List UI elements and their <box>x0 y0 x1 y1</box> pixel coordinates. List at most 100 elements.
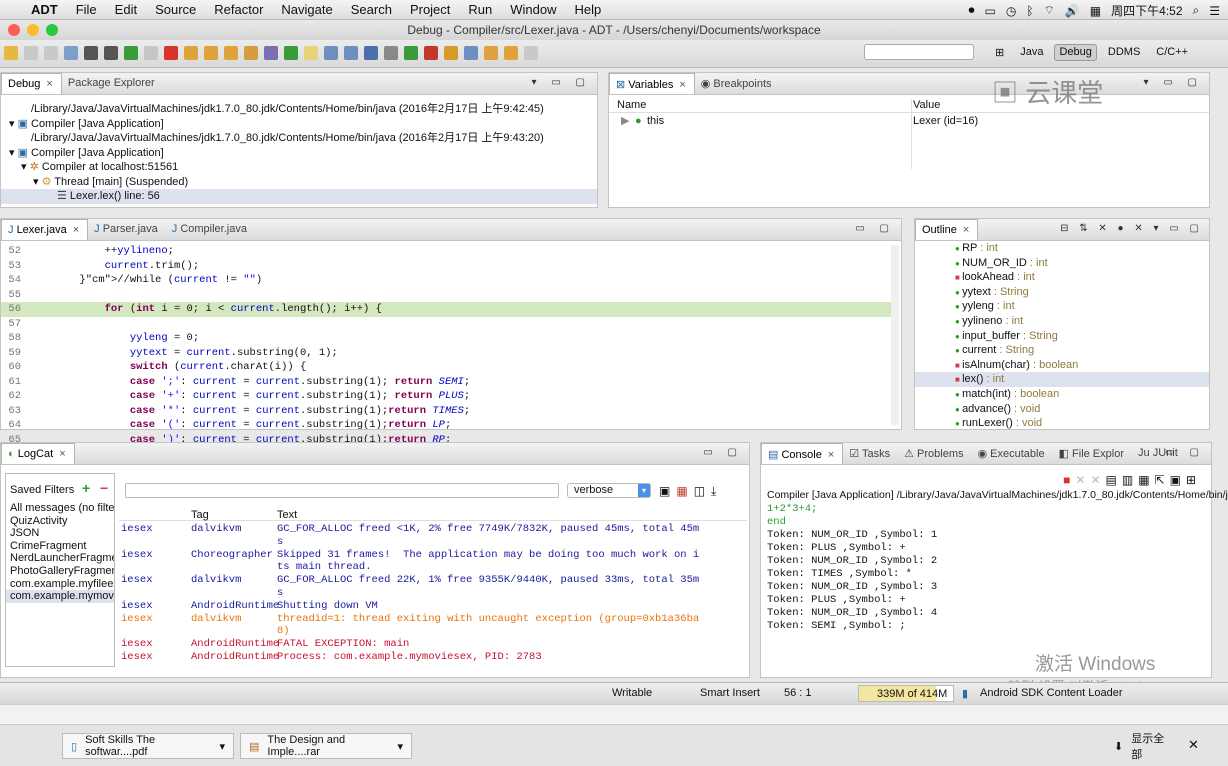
flag-icon[interactable]: ▦ <box>1090 4 1101 18</box>
terminate-icon[interactable]: ■ <box>1063 473 1075 487</box>
perspective-java[interactable]: Java <box>1015 44 1048 61</box>
save-all-icon[interactable] <box>44 46 58 60</box>
run-icon[interactable] <box>404 46 418 60</box>
log-row[interactable]: iesex dalvikvm GC_FOR_ALLOC freed 22K, 1% … <box>119 574 747 600</box>
console-toolbar[interactable]: ■✕✕▤▥▦⇱▣⊞ <box>1063 473 1201 487</box>
filter-item[interactable]: NerdLauncherFragment <box>6 552 114 565</box>
log-level-select[interactable]: verbose ▾ <box>567 483 651 498</box>
perspective-cpp[interactable]: C/C++ <box>1151 44 1193 61</box>
open-console-icon[interactable]: ⊞ <box>1186 473 1201 487</box>
prev-annotation-icon[interactable] <box>484 46 498 60</box>
clear-console-icon[interactable]: ▤ <box>1106 473 1122 487</box>
step-over-icon[interactable] <box>204 46 218 60</box>
show-all-downloads-button[interactable]: ⬇ 显示全部 <box>1106 733 1178 761</box>
outline-item[interactable]: ● RP : int <box>915 241 1209 256</box>
menu-project[interactable]: Project <box>401 2 459 17</box>
menu-list-icon[interactable]: ☰ <box>1209 4 1220 18</box>
forward-icon[interactable] <box>524 46 538 60</box>
log-row[interactable]: iesex AndroidRuntime Process: com.example.… <box>119 651 747 664</box>
remove-all-icon[interactable]: ✕ <box>1090 473 1105 487</box>
android-sdk-icon[interactable] <box>284 46 298 60</box>
chevron-down-icon[interactable]: ▾ <box>397 740 403 753</box>
back-icon[interactable] <box>504 46 518 60</box>
close-icon[interactable]: × <box>679 79 685 91</box>
clock[interactable]: 周四下午4:52 <box>1111 2 1182 19</box>
export-icon[interactable] <box>104 46 118 60</box>
avd-manager-icon[interactable] <box>324 46 338 60</box>
tree-row[interactable]: ▾ ▣ Compiler [Java Application] <box>1 117 597 132</box>
wifi-icon[interactable]: ⌔ <box>1044 3 1055 18</box>
settings-icon[interactable] <box>384 46 398 60</box>
view-controls[interactable]: ▭ ▢ <box>703 447 743 458</box>
code-line[interactable]: 61 case ';': current = current.substring… <box>1 375 891 390</box>
import-icon[interactable] <box>84 46 98 60</box>
close-icon[interactable]: × <box>59 448 65 460</box>
open-perspective-icon[interactable]: ⊞ <box>990 44 1009 61</box>
app-name-menu[interactable]: ADT <box>22 2 67 17</box>
open-type-icon[interactable] <box>444 46 458 60</box>
menu-window[interactable]: Window <box>501 2 565 17</box>
outline-item[interactable]: ● runLexer() : void <box>915 416 1209 431</box>
code-line[interactable]: 57 <box>1 317 891 332</box>
save-icon[interactable] <box>24 46 38 60</box>
menu-search[interactable]: Search <box>342 2 401 17</box>
perspective-ddms[interactable]: DDMS <box>1103 44 1145 61</box>
filter-item[interactable]: CrimeFragment <box>6 540 114 553</box>
clear-log-icon[interactable]: ▦ <box>676 484 693 498</box>
tab-outline[interactable]: Outline × <box>915 219 979 240</box>
menu-navigate[interactable]: Navigate <box>272 2 341 17</box>
download-item-pdf[interactable]: ▯ Soft Skills The softwar....pdf ▾ <box>62 733 234 759</box>
suspend-icon[interactable] <box>144 46 158 60</box>
run-config-icon[interactable] <box>424 46 438 60</box>
tree-row[interactable]: ▾ ✲ Compiler at localhost:51561 <box>1 160 597 175</box>
code-line[interactable]: 53 current.trim(); <box>1 259 891 274</box>
outline-item[interactable]: ● match(int) : boolean <box>915 387 1209 402</box>
display-console-icon[interactable]: ▣ <box>1170 473 1186 487</box>
collapse-icon[interactable]: ▾ <box>21 161 30 173</box>
toggle-highlight-icon[interactable] <box>304 46 318 60</box>
col-value[interactable]: Value <box>913 99 940 111</box>
col-name[interactable]: Name <box>617 99 646 111</box>
chevron-down-icon[interactable]: ▾ <box>219 740 225 753</box>
outline-item[interactable]: ● input_buffer : String <box>915 329 1209 344</box>
view-controls[interactable]: ▭ ▢ <box>855 223 895 234</box>
drop-frame-icon[interactable] <box>244 46 258 60</box>
collapse-icon[interactable]: ▾ <box>9 118 18 130</box>
col-text[interactable]: Text <box>277 509 297 521</box>
filter-item[interactable]: com.example.myfileexplorer <box>6 578 114 591</box>
log-row[interactable]: iesex dalvikvm threadid=1: thread exiting … <box>119 613 747 639</box>
variable-row[interactable]: ▶ ● this Lexer (id=16) <box>609 114 1209 129</box>
editor-scrollbar[interactable] <box>891 245 899 425</box>
battery-icon[interactable]: ▭ <box>985 4 996 18</box>
tree-row[interactable]: /Library/Java/JavaVirtualMachines/jdk1.7… <box>1 102 597 117</box>
code-line[interactable]: 62 case '+': current = current.substring… <box>1 389 891 404</box>
tab-package-explorer[interactable]: Package Explorer <box>62 73 163 94</box>
view-controls[interactable]: ▭ ▢ <box>1165 447 1205 458</box>
tree-row[interactable]: ▾ ⚙ Thread [main] (Suspended) <box>1 175 597 190</box>
outline-item[interactable]: ■ lex() : int <box>915 372 1209 387</box>
tab-lexer[interactable]: J Lexer.java × <box>1 219 89 240</box>
outline-item[interactable]: ● yytext : String <box>915 285 1209 300</box>
collapse-icon[interactable]: ▾ <box>9 147 18 159</box>
search-tool-icon[interactable] <box>464 46 478 60</box>
outline-item[interactable]: ● NUM_OR_ID : int <box>915 256 1209 271</box>
add-filter-button[interactable]: + <box>82 480 90 496</box>
code-area[interactable]: 52 ++yylineno; 53 current.trim(); 54 }"cm"… <box>1 244 891 447</box>
log-row[interactable]: iesex AndroidRuntime Shutting down VM <box>119 600 747 613</box>
remove-filter-button[interactable]: − <box>100 480 108 496</box>
filter-item[interactable]: JSON <box>6 527 114 540</box>
record-icon[interactable]: ⏺ <box>969 3 975 18</box>
close-icon[interactable]: × <box>828 449 834 461</box>
close-icon[interactable]: × <box>963 224 969 236</box>
code-line[interactable]: 60 switch (current.charAt(i)) { <box>1 360 891 375</box>
step-return-icon[interactable] <box>224 46 238 60</box>
resume-icon[interactable] <box>124 46 138 60</box>
loader-progress-icon[interactable]: ▮ <box>962 687 968 700</box>
col-tag[interactable]: Tag <box>191 509 209 521</box>
lint-icon[interactable] <box>344 46 358 60</box>
bluetooth-icon[interactable]: ᛒ <box>1026 4 1033 18</box>
log-search-input[interactable] <box>125 483 559 498</box>
close-icon[interactable]: ✕ <box>1188 737 1199 753</box>
skip-breakpoints-icon[interactable] <box>364 46 378 60</box>
scroll-lock-icon[interactable]: ▥ <box>1122 473 1138 487</box>
